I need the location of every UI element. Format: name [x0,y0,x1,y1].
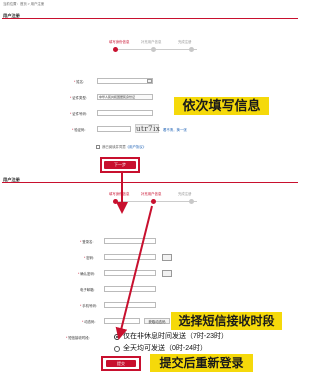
flow-arrows [115,173,153,340]
arrow-to-sms-options [115,205,153,340]
